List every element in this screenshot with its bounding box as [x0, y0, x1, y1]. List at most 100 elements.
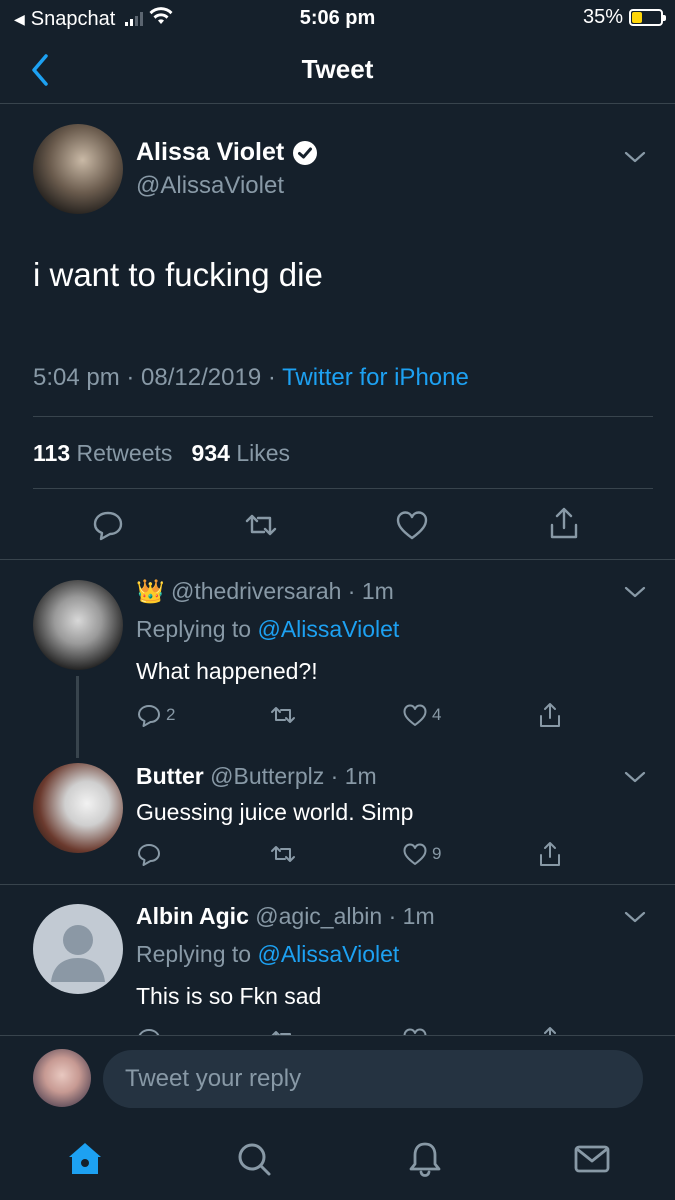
- default-avatar-icon[interactable]: [33, 904, 123, 994]
- share-icon: [540, 703, 560, 727]
- reply-handle[interactable]: @agic_albin: [255, 903, 382, 929]
- reply-avatar[interactable]: [33, 763, 123, 853]
- share-icon: [544, 1027, 556, 1035]
- tweet-date: 08/12/2019: [141, 364, 262, 391]
- tab-bar: [0, 1123, 675, 1200]
- reply-share-button[interactable]: [537, 841, 563, 867]
- retweet-icon: [271, 846, 295, 862]
- reply-reply-button[interactable]: 2: [136, 702, 175, 728]
- replying-to: Replying to @AlissaViolet: [136, 616, 399, 643]
- main-tweet: Alissa Violet @AlissaViolet i want to fu…: [0, 104, 675, 560]
- reply-icon[interactable]: [91, 508, 125, 542]
- chevron-down-icon[interactable]: [623, 150, 647, 164]
- reply-count: 2: [166, 705, 176, 724]
- reply-like-button[interactable]: [402, 1026, 428, 1035]
- reply-like-button[interactable]: 9: [402, 841, 441, 867]
- author-name: Alissa Violet: [136, 138, 285, 166]
- reply-item[interactable]: 👑 @thedriversarah · 1m Replying to @Alis…: [0, 560, 675, 735]
- replying-label: Replying to: [136, 941, 252, 967]
- home-icon[interactable]: [65, 1139, 105, 1179]
- reply-avatar[interactable]: [33, 580, 123, 670]
- reply-input[interactable]: [103, 1050, 643, 1108]
- battery-icon: [629, 9, 666, 26]
- reply-text: This is so Fkn sad: [136, 983, 322, 1009]
- chevron-down-icon[interactable]: [623, 585, 647, 599]
- reply-like-button[interactable]: 4: [402, 702, 441, 728]
- tweet-meta: 5:04 pm · 08/12/2019 · Twitter for iPhon…: [33, 364, 469, 391]
- tweet-text: i want to fucking die: [33, 256, 323, 293]
- my-avatar[interactable]: [33, 1049, 91, 1107]
- reply-header: 👑 @thedriversarah · 1m: [136, 578, 394, 604]
- reply-composer: [0, 1035, 675, 1123]
- reply-reply-button[interactable]: [136, 841, 162, 867]
- replying-to: Replying to @AlissaViolet: [136, 941, 399, 968]
- reply-icon: [138, 705, 160, 727]
- clock: 5:06 pm: [299, 7, 376, 29]
- retweet-icon: [271, 1031, 291, 1035]
- reply-author-name[interactable]: Albin Agic: [136, 903, 249, 929]
- reply-icon: [138, 844, 160, 866]
- verified-badge-icon: [293, 140, 318, 165]
- reply-text: Guessing juice world. Simp: [136, 799, 414, 825]
- person-silhouette-icon: [51, 925, 105, 982]
- replying-to-link[interactable]: @AlissaViolet: [257, 616, 399, 642]
- reply-retweet-button[interactable]: [270, 841, 296, 867]
- chevron-down-icon[interactable]: [623, 770, 647, 784]
- reply-time: 1m: [402, 903, 435, 929]
- reply-reply-button[interactable]: [136, 1026, 162, 1035]
- chevron-down-icon[interactable]: [623, 910, 647, 924]
- share-icon[interactable]: [547, 506, 581, 540]
- likes-stat[interactable]: 934 Likes: [192, 440, 290, 466]
- retweets-label: Retweets: [76, 440, 173, 466]
- page-title: Tweet: [301, 54, 374, 84]
- like-heart-icon[interactable]: [395, 508, 429, 542]
- like-count: 4: [432, 705, 442, 724]
- status-bar: ◀ Snapchat 5:06 pm 35%: [0, 0, 675, 36]
- tweet-time: 5:04 pm: [33, 364, 120, 391]
- reply-header: Butter @Butterplz · 1m: [136, 763, 377, 789]
- retweets-stat[interactable]: 113 Retweets: [33, 440, 172, 466]
- reply-share-button[interactable]: [537, 1026, 563, 1035]
- retweet-icon[interactable]: [244, 508, 278, 542]
- share-icon: [540, 842, 560, 866]
- tweet-actions: [0, 504, 675, 550]
- crown-emoji-icon: 👑: [136, 578, 165, 604]
- likes-label: Likes: [236, 440, 291, 466]
- reply-item[interactable]: Albin Agic @agic_albin · 1m Replying to …: [0, 885, 675, 1035]
- author-handle[interactable]: @AlissaViolet: [136, 172, 284, 200]
- search-icon[interactable]: [234, 1139, 274, 1179]
- reply-item[interactable]: Butter @Butterplz · 1m Guessing juice wo…: [0, 745, 675, 885]
- retweet-icon: [271, 707, 295, 723]
- reply-actions-partial: [0, 1026, 675, 1035]
- battery-percent: 35%: [582, 6, 623, 28]
- reply-time: 1m: [361, 578, 394, 604]
- like-count: 9: [432, 844, 442, 863]
- like-heart-icon: [403, 704, 427, 726]
- divider: [33, 416, 653, 417]
- tweet-source-link[interactable]: Twitter for iPhone: [282, 364, 469, 391]
- retweets-count: 113: [33, 440, 71, 466]
- reply-share-button[interactable]: [537, 702, 563, 728]
- likes-count: 934: [191, 440, 230, 466]
- notifications-bell-icon[interactable]: [405, 1139, 445, 1179]
- reply-retweet-button[interactable]: [270, 702, 296, 728]
- reply-actions: 9: [0, 841, 675, 871]
- like-heart-icon: [403, 1028, 427, 1035]
- reply-handle[interactable]: @thedriversarah: [171, 578, 341, 604]
- nav-bar: Tweet: [0, 36, 675, 104]
- divider: [33, 488, 653, 489]
- reply-author-name[interactable]: Butter: [136, 763, 204, 789]
- tweet-stats: 113 Retweets 934 Likes: [33, 440, 290, 467]
- reply-actions: 2 4: [0, 702, 675, 732]
- battery-status: 35%: [582, 6, 666, 29]
- reply-header: Albin Agic @agic_albin · 1m: [136, 903, 435, 929]
- reply-icon: [138, 1029, 160, 1035]
- messages-envelope-icon[interactable]: [572, 1139, 612, 1179]
- replying-to-link[interactable]: @AlissaViolet: [257, 941, 399, 967]
- author-name-row[interactable]: Alissa Violet: [136, 138, 318, 167]
- like-heart-icon: [403, 843, 427, 865]
- reply-retweet-button[interactable]: [270, 1026, 296, 1035]
- author-avatar[interactable]: [33, 124, 123, 214]
- reply-handle[interactable]: @Butterplz: [210, 763, 324, 789]
- reply-time: 1m: [344, 763, 377, 789]
